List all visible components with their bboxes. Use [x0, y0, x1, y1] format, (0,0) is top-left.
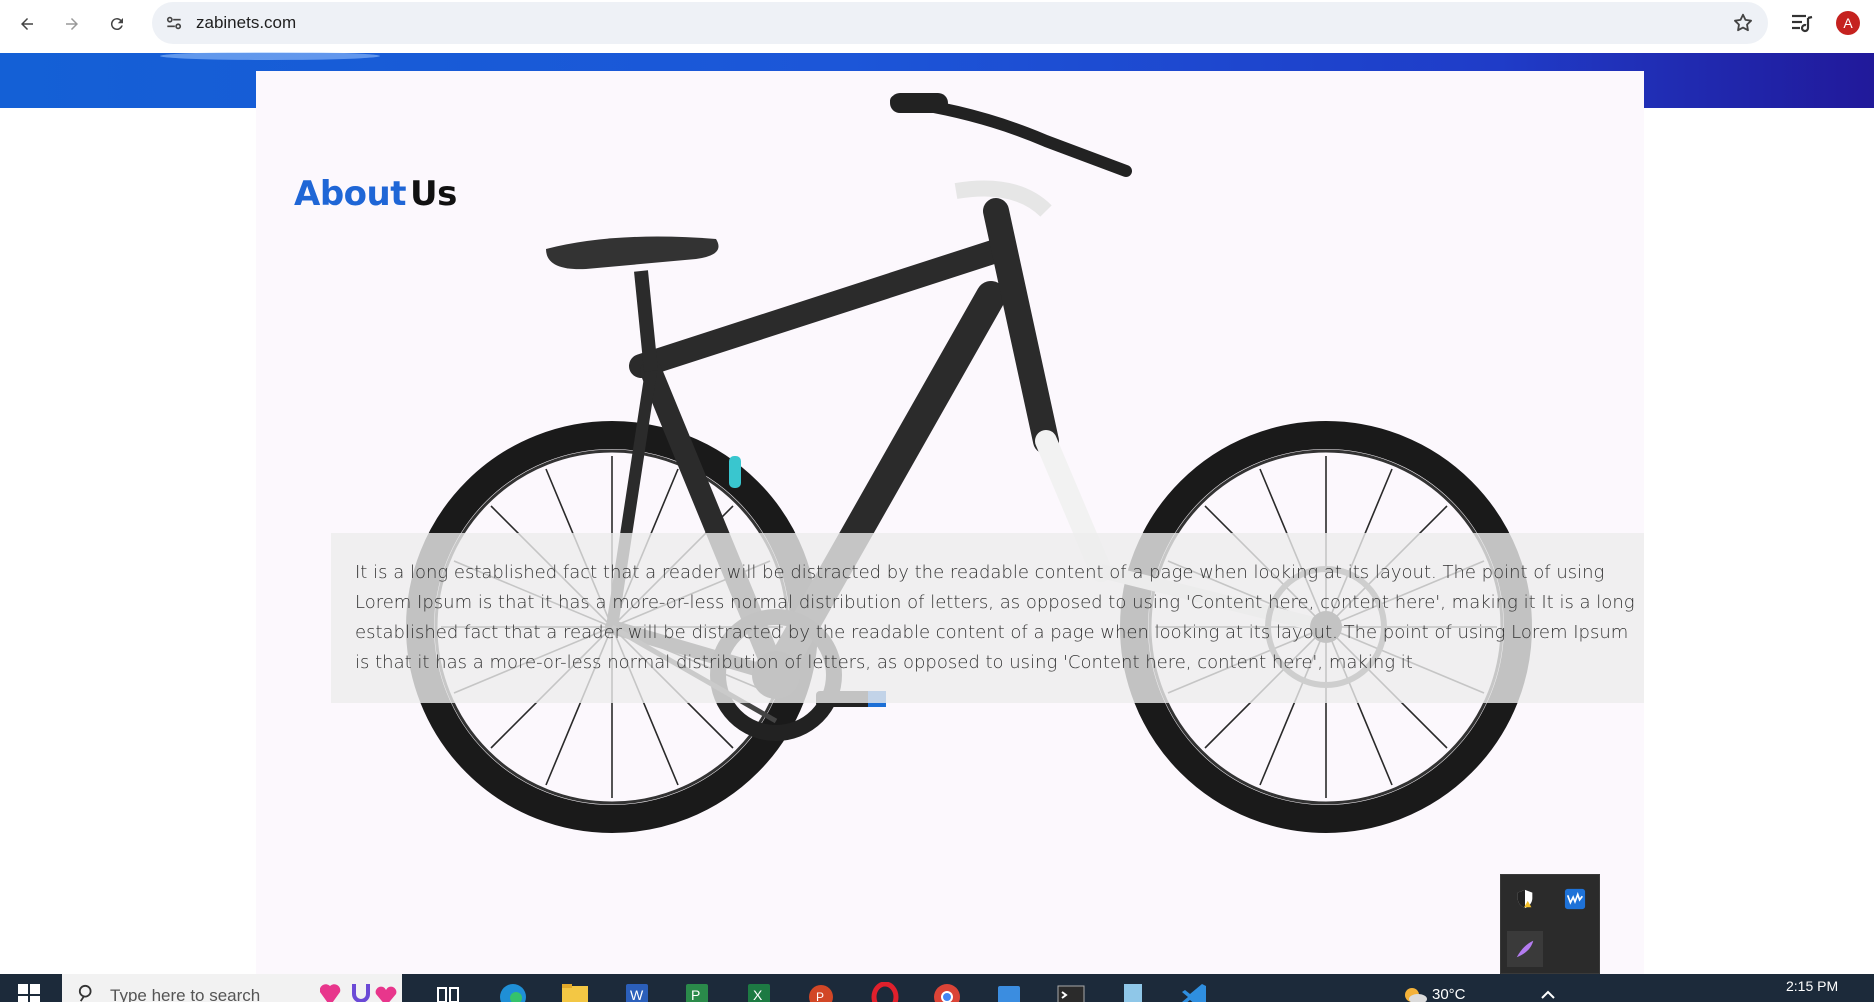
weather-temp[interactable]: 30°C [1432, 986, 1466, 1002]
page-title-accent: About [294, 174, 406, 214]
svg-text:P: P [816, 990, 824, 1002]
security-icon [1517, 889, 1533, 909]
site-info-icon[interactable] [164, 13, 184, 33]
edge-app[interactable] [498, 982, 528, 1002]
vscode-app[interactable] [1180, 982, 1210, 1002]
search-placeholder: Type here to search [110, 986, 261, 1002]
browser-toolbar: zabinets.com A [0, 0, 1874, 53]
powerpoint-icon: P [809, 985, 833, 1002]
opera-app[interactable] [870, 981, 900, 1002]
tray-overflow-flyout [1500, 874, 1600, 974]
windows-taskbar: Type here to search W P X P 30°C 2:15 PM [0, 974, 1874, 1002]
url-text[interactable]: zabinets.com [196, 13, 296, 33]
show-hidden-icons-icon[interactable] [1540, 988, 1556, 1000]
photos-icon [998, 986, 1020, 1002]
page-title-rest: Us [409, 174, 457, 214]
svg-text:P: P [691, 987, 700, 1002]
back-button[interactable] [12, 9, 42, 39]
feather-icon [1516, 940, 1534, 958]
reload-icon [110, 18, 123, 31]
tab-search-icon[interactable] [1790, 12, 1814, 34]
search-icon [78, 984, 92, 1002]
weather-icon [1405, 988, 1427, 1002]
project-icon: P [686, 984, 708, 1002]
svg-text:X: X [753, 987, 763, 1002]
task-view-button[interactable] [436, 982, 466, 1002]
audio-app-icon [1564, 888, 1586, 910]
bookmark-star-icon[interactable] [1732, 12, 1754, 34]
project-app[interactable]: P [682, 982, 712, 1002]
hearts-icon [320, 984, 397, 1002]
notepad-icon [1124, 984, 1142, 1002]
photos-app[interactable] [994, 982, 1024, 1002]
chrome-icon [934, 984, 960, 1002]
folder-icon [562, 984, 588, 1002]
about-paragraph: It is a long established fact that a rea… [355, 562, 1635, 673]
forward-button[interactable] [57, 9, 87, 39]
file-explorer-app[interactable] [560, 982, 590, 1002]
opera-icon [871, 981, 899, 1002]
powerpoint-app[interactable]: P [806, 982, 836, 1002]
notepad-app[interactable] [1118, 982, 1148, 1002]
word-icon: W [626, 984, 648, 1002]
security-tray-item[interactable] [1507, 881, 1543, 917]
page-title: About Us [294, 174, 457, 214]
excel-icon: X [748, 984, 770, 1002]
audio-tray-item[interactable] [1557, 881, 1593, 917]
address-bar[interactable]: zabinets.com [152, 2, 1768, 44]
task-view-icon [437, 987, 459, 1002]
chrome-app[interactable] [932, 982, 962, 1002]
profile-avatar[interactable]: A [1836, 11, 1860, 35]
word-app[interactable]: W [622, 982, 652, 1002]
about-section: About Us It is a long established fact th… [256, 71, 1644, 1002]
taskbar-clock[interactable]: 2:15 PM [1786, 978, 1838, 994]
vscode-icon [1182, 984, 1206, 1002]
terminal-app[interactable] [1056, 982, 1086, 1002]
svg-text:W: W [630, 987, 644, 1002]
edge-icon [500, 984, 526, 1002]
forward-icon [66, 18, 78, 30]
about-text-box: It is a long established fact that a rea… [331, 533, 1644, 703]
terminal-icon [1057, 985, 1085, 1002]
excel-app[interactable]: X [744, 982, 774, 1002]
banner-highlight [160, 52, 380, 60]
windows-start-icon[interactable] [18, 984, 40, 1002]
reload-button[interactable] [102, 9, 132, 39]
feather-tray-item[interactable] [1507, 931, 1543, 967]
back-icon [21, 18, 33, 30]
